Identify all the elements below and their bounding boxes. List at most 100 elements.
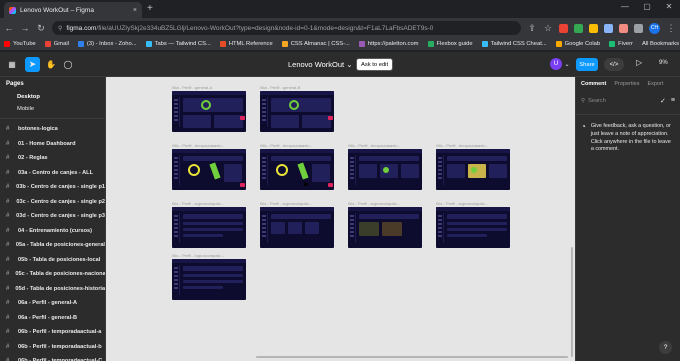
bookmark-item[interactable]: Tabs — Tailwind CS... (145, 41, 211, 47)
design-frame[interactable]: 06c - Perfil - logrosconquist... (436, 201, 510, 248)
comment-search[interactable]: ⚲ Search ✓ ≡ (576, 91, 680, 111)
layer-label: 06a - Perfil - general-A (18, 300, 78, 307)
bookmark-star-icon[interactable]: ☆ (543, 23, 553, 34)
tab-export[interactable]: Export (647, 81, 663, 87)
minimize-button[interactable]: — (614, 2, 636, 11)
forward-icon[interactable]: → (20, 23, 30, 33)
design-canvas[interactable]: 06a - Perfil - general-A 06a - Perfil - g… (106, 77, 575, 361)
bookmark-item[interactable]: HTML Reference (219, 41, 273, 47)
bookmark-item[interactable]: YouTube (4, 41, 36, 47)
bookmark-item[interactable]: Fiverr (609, 41, 633, 47)
layers-panel: Pages Desktop Mobile # botones-logica #01 … (0, 77, 106, 361)
comment-tool-icon[interactable]: ◯ (61, 57, 75, 72)
filter-icon[interactable]: ≡ (671, 97, 675, 105)
tab-close-icon[interactable]: × (133, 7, 137, 14)
layer-item[interactable]: #06b - Perfil - temporadaactual-a (0, 325, 105, 340)
layer-item[interactable]: #05c - Tabla de posiciones-nacional (0, 267, 105, 282)
bookmark-item[interactable]: https://paletton.com (358, 41, 419, 47)
address-bar[interactable]: ⚲ figma.com/file/aUUZIySkj2e334uBZ5LGlj/… (52, 21, 521, 35)
design-frame[interactable]: 06b - Perfil - temporadaactu... (172, 143, 246, 190)
bookmark-favicon-icon (555, 41, 562, 47)
bookmark-label: Gmail (53, 41, 69, 47)
extension-icon[interactable] (604, 23, 613, 33)
layer-item[interactable]: #05a - Tabla de posiciones-general (0, 238, 105, 253)
resolve-icon[interactable]: ✓ (660, 97, 666, 105)
bookmark-label: Fiverr (618, 41, 633, 47)
design-frame[interactable]: 06c - Perfil - logrosconquist... (348, 201, 422, 248)
design-frame[interactable]: 06b - Perfil - temporadaactu... (436, 143, 510, 190)
layer-label: 06a - Perfil - general-B (18, 314, 78, 321)
bookmark-favicon-icon (4, 41, 10, 47)
browser-tab[interactable]: Lenovo WorkOut – Figma × (4, 2, 142, 18)
extension-icon[interactable] (574, 23, 583, 33)
bookmark-label: CSS Almanac | CSS-... (290, 41, 350, 47)
maximize-button[interactable]: ▢ (636, 2, 658, 11)
zoom-level[interactable]: 9% (659, 60, 668, 66)
extension-icon[interactable] (559, 23, 568, 33)
layer-item[interactable]: #05d - Tabla de posiciones-historial (0, 282, 105, 297)
figma-main-menu-icon[interactable]: ▦ (5, 57, 19, 72)
design-frame[interactable]: 06c - Perfil - logrosconquist... (172, 253, 246, 300)
bookmark-item[interactable]: CSS Almanac | CSS-... (281, 41, 350, 47)
bookmark-item[interactable]: Flexbox guide (427, 41, 473, 47)
layer-item[interactable]: #03b - Centro de canjes - single p1 (0, 180, 105, 195)
layer-item[interactable]: #03c - Centro de canjes - single p2 (0, 195, 105, 210)
share-button[interactable]: Share (576, 58, 598, 71)
move-tool-icon[interactable]: ➤ (25, 57, 40, 72)
frame-icon: # (6, 285, 10, 292)
avatar-chevron-icon[interactable]: ⌄ (563, 57, 571, 72)
bookmark-item[interactable]: Google Colab (555, 41, 600, 47)
layer-item[interactable]: #04 - Entrenamiento (cursos) (0, 224, 105, 239)
design-frame[interactable]: 06c - Perfil - logrosconquist... (172, 201, 246, 248)
tab-comment[interactable]: Comment (581, 81, 606, 87)
extensions-puzzle-icon[interactable] (634, 23, 643, 33)
all-bookmarks-button[interactable]: All Bookmarks (642, 41, 679, 47)
browser-menu-icon[interactable]: ⋮ (666, 23, 676, 34)
hand-tool-icon[interactable]: ✋ (44, 57, 58, 72)
design-frame[interactable]: 06a - Perfil - general-B (260, 85, 334, 132)
layer-item[interactable]: #06b - Perfil - temporadaactual-b (0, 340, 105, 355)
bookmark-item[interactable]: (3) - Inbox - Zoho... (77, 41, 137, 47)
design-frame[interactable]: 06b - Perfil - temporadaactu... (260, 143, 334, 190)
file-name[interactable]: Lenovo WorkOut ⌄ (288, 60, 353, 69)
design-frame[interactable]: 06b - Perfil - temporadaactu... (348, 143, 422, 190)
layer-label: 06b - Perfil - temporadaactual-b (18, 343, 102, 350)
layer-item[interactable]: #06a - Perfil - general-A (0, 296, 105, 311)
share-page-icon[interactable]: ⇪ (527, 23, 537, 34)
layer-item[interactable]: #06a - Perfil - general-B (0, 311, 105, 326)
layer-item[interactable]: #03a - Centro de canjes - ALL (0, 166, 105, 181)
page-item-desktop[interactable]: Desktop (0, 91, 105, 103)
user-avatar[interactable]: U (550, 58, 562, 70)
tab-properties[interactable]: Properties (614, 81, 639, 87)
extension-icon[interactable] (619, 23, 628, 33)
bookmark-item[interactable]: Tailwind CSS Cheat... (481, 41, 547, 47)
bookmark-favicon-icon (219, 41, 226, 47)
horizontal-scrollbar[interactable] (256, 356, 568, 358)
comment-hint: ◔ Give feedback, ask a question, or just… (576, 122, 680, 154)
new-tab-button[interactable]: + (147, 3, 153, 14)
ask-to-edit-button[interactable]: Ask to edit (356, 58, 394, 71)
layer-item[interactable]: #06b - Perfil - temporadaactual-C (0, 354, 105, 361)
back-icon[interactable]: ← (4, 23, 14, 33)
vertical-scrollbar[interactable] (571, 247, 573, 357)
site-info-icon[interactable]: ⚲ (58, 25, 62, 32)
layer-item[interactable]: #03d - Centro de canjes - single p3 (0, 209, 105, 224)
reload-icon[interactable]: ↻ (36, 23, 46, 34)
layer-item[interactable]: #01 - Home Dashboard (0, 137, 105, 152)
close-window-button[interactable]: ✕ (658, 2, 680, 11)
extension-icon[interactable] (589, 23, 598, 33)
help-button[interactable]: ? (659, 341, 672, 354)
search-input[interactable]: Search (588, 98, 606, 104)
profile-avatar[interactable]: CH (649, 22, 660, 34)
design-frame[interactable]: 06a - Perfil - general-A (172, 85, 246, 132)
layer-item[interactable]: #05b - Tabla de posiciones-local (0, 253, 105, 268)
present-icon[interactable]: ▷ (636, 58, 642, 67)
file-menu-chevron-icon[interactable]: ⌄ (346, 60, 352, 69)
bookmark-item[interactable]: Gmail (44, 41, 69, 47)
design-frame[interactable]: 06c - Perfil - logrosconquist... (260, 201, 334, 248)
dev-mode-toggle[interactable]: </> (604, 58, 624, 71)
page-item-mobile[interactable]: Mobile (0, 103, 105, 115)
bookmark-favicon-icon (44, 41, 51, 47)
layer-item[interactable]: #02 - Reglas (0, 151, 105, 166)
layer-item[interactable]: # botones-logica (0, 122, 105, 137)
